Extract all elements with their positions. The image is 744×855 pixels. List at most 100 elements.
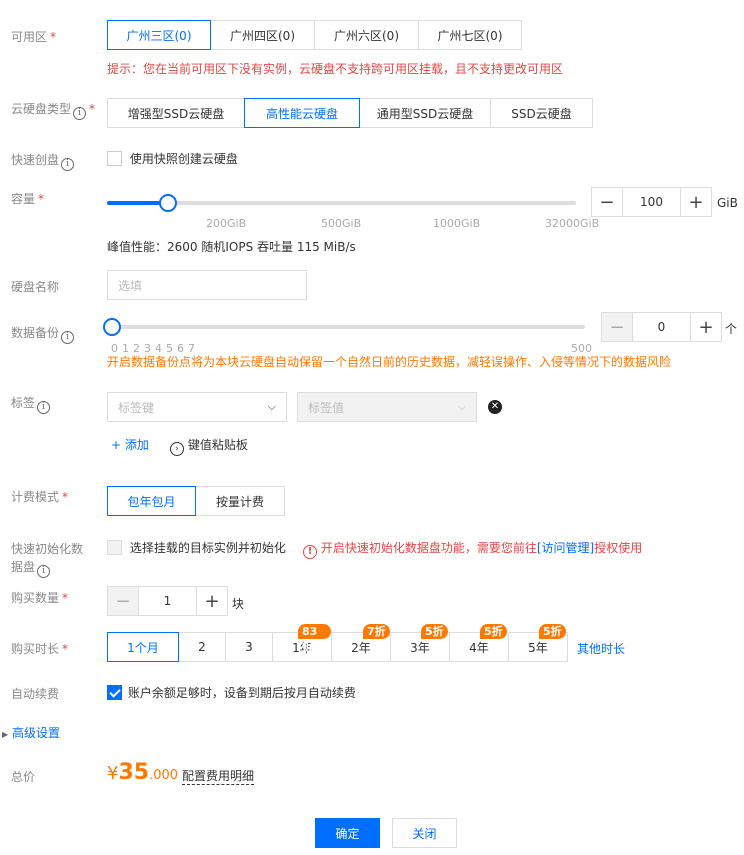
quantity-input[interactable]: 1 xyxy=(138,587,197,615)
access-management-link[interactable]: [访问管理] xyxy=(537,541,594,555)
chevron-down-icon: ⌵ xyxy=(457,400,466,413)
capacity-tick: 200GiB xyxy=(206,217,247,230)
discount-badge: 7折 xyxy=(363,624,390,639)
duration-option[interactable]: 5折 5年 xyxy=(508,624,568,662)
discount-badge: 5折 xyxy=(539,624,566,639)
zone-label: 可用区 * xyxy=(11,30,57,44)
quantity-stepper: − 1 + xyxy=(107,586,228,616)
backup-slider-track[interactable] xyxy=(111,325,585,329)
confirm-button[interactable]: 确定 xyxy=(315,818,380,848)
quantity-label: 购买数量 * xyxy=(11,591,69,605)
capacity-label: 容量 * xyxy=(11,192,45,206)
add-tag-button[interactable]: + 添加 xyxy=(111,436,149,453)
disk-type-label: 云硬盘类型 i * xyxy=(11,102,96,120)
billing-option-1[interactable]: 按量计费 xyxy=(195,486,285,516)
minus-button[interactable]: − xyxy=(592,188,622,216)
duration-option[interactable]: 3 xyxy=(225,632,273,662)
init-checkbox-row[interactable]: 选择挂载的目标实例并初始化 xyxy=(107,539,286,556)
billing-option-0[interactable]: 包年包月 xyxy=(107,486,196,516)
plus-button[interactable]: + xyxy=(197,587,227,615)
discount-badge: 83折 xyxy=(298,624,331,653)
price-detail-link[interactable]: 配置费用明细 xyxy=(182,767,255,785)
discount-badge: 5折 xyxy=(421,624,448,639)
capacity-unit: GiB xyxy=(717,196,738,210)
auto-renew-row[interactable]: 账户余额足够时，设备到期后按月自动续费 xyxy=(107,684,356,701)
info-icon[interactable]: i xyxy=(61,158,75,171)
init-label: 快速初始化数 据盘 i xyxy=(11,542,84,578)
total-price: ¥35.000 xyxy=(107,760,179,785)
capacity-input[interactable]: 100 xyxy=(622,188,681,216)
capacity-stepper: − 100 + xyxy=(591,187,712,217)
quantity-unit: 块 xyxy=(232,597,245,611)
billing-selector: 包年包月 按量计费 xyxy=(107,486,285,516)
tag-key-placeholder: 标签键 xyxy=(118,400,155,415)
plus-button[interactable]: + xyxy=(691,313,721,341)
zone-option-3[interactable]: 广州七区(0) xyxy=(418,20,522,50)
capacity-tick: 500GiB xyxy=(321,217,362,230)
zone-option-0[interactable]: 广州三区(0) xyxy=(107,20,211,50)
warning-icon: ! xyxy=(303,545,317,559)
remove-tag-icon[interactable]: ✕ xyxy=(488,400,502,414)
plus-button[interactable]: + xyxy=(681,188,711,216)
disk-type-selector: 增强型SSD云硬盘 高性能云硬盘 通用型SSD云硬盘 SSD云硬盘 xyxy=(107,98,593,128)
advanced-settings-label: 高级设置 xyxy=(11,726,60,740)
price-label: 总价 xyxy=(11,770,36,784)
disk-type-option-3[interactable]: SSD云硬盘 xyxy=(490,98,593,128)
zone-option-1[interactable]: 广州四区(0) xyxy=(210,20,315,50)
duration-option[interactable]: 7折 2年 xyxy=(331,624,391,662)
auto-renew-label: 自动续费 xyxy=(11,687,60,701)
backup-input[interactable]: 0 xyxy=(632,313,691,341)
snapshot-checkbox-label: 使用快照创建云硬盘 xyxy=(129,152,238,166)
info-icon[interactable]: i xyxy=(61,331,75,344)
minus-button[interactable]: − xyxy=(602,313,632,341)
arrow-right-circle-icon: › xyxy=(170,442,184,456)
snapshot-checkbox[interactable] xyxy=(107,151,122,166)
info-icon[interactable]: i xyxy=(73,107,87,120)
backup-hint: 开启数据备份点将为本块云硬盘自动保留一个自然日前的历史数据，减轻误操作、入侵等情… xyxy=(107,355,672,369)
capacity-tick: 1000GiB xyxy=(433,217,481,230)
capacity-slider-track[interactable] xyxy=(107,201,576,205)
zone-option-2[interactable]: 广州六区(0) xyxy=(314,20,419,50)
init-checkbox-label: 选择挂载的目标实例并初始化 xyxy=(129,541,286,555)
duration-option[interactable]: 5折 4年 xyxy=(449,624,509,662)
tags-label: 标签 i xyxy=(11,394,51,414)
duration-option[interactable]: 2 xyxy=(178,632,226,662)
auto-renew-checkbox[interactable] xyxy=(107,685,122,700)
disk-type-option-2[interactable]: 通用型SSD云硬盘 xyxy=(359,98,491,128)
capacity-slider-thumb[interactable] xyxy=(158,194,177,212)
disk-name-input[interactable]: 选填 xyxy=(107,270,307,300)
init-checkbox[interactable] xyxy=(107,540,122,555)
disk-type-option-1[interactable]: 高性能云硬盘 xyxy=(244,98,360,128)
tag-key-select[interactable]: 标签键 ⌵ xyxy=(107,392,287,422)
duration-option[interactable]: 5折 3年 xyxy=(390,624,450,662)
init-warning: ! 开启快速初始化数据盘功能，需要您前往[访问管理]授权使用 xyxy=(303,539,642,559)
advanced-settings-toggle[interactable]: ▶ 高级设置 xyxy=(2,724,60,741)
zone-hint: 提示：您在当前可用区下没有实例，云硬盘不支持跨可用区挂载，且不支持更改可用区 xyxy=(107,62,564,76)
capacity-perf: 峰值性能：2600 随机IOPS 吞吐量 115 MiB/s xyxy=(107,240,356,254)
snapshot-checkbox-row[interactable]: 使用快照创建云硬盘 xyxy=(107,150,238,167)
info-icon[interactable]: i xyxy=(37,401,51,414)
disk-name-label: 硬盘名称 xyxy=(11,280,60,294)
zone-selector: 广州三区(0) 广州四区(0) 广州六区(0) 广州七区(0) xyxy=(107,20,522,50)
duration-option[interactable]: 83折1年 xyxy=(272,624,332,662)
close-button[interactable]: 关闭 xyxy=(392,818,457,848)
minus-button[interactable]: − xyxy=(108,587,138,615)
discount-badge: 5折 xyxy=(480,624,507,639)
duration-selector: 1个月 2 3 83折1年 7折2年 5折3年 5折4年 5折5年 xyxy=(107,624,568,662)
backup-label: 数据备份 i xyxy=(11,324,75,344)
capacity-tick: 32000GiB xyxy=(545,217,600,230)
info-icon[interactable]: i xyxy=(37,565,51,578)
paste-tag-button[interactable]: › 键值粘贴板 xyxy=(170,436,248,456)
backup-stepper: − 0 + xyxy=(601,312,722,342)
tag-value-select[interactable]: 标签值 ⌵ xyxy=(297,392,477,422)
backup-slider-thumb[interactable] xyxy=(103,318,121,336)
other-duration-link[interactable]: 其他时长 xyxy=(577,640,625,657)
chevron-down-icon: ⌵ xyxy=(267,400,276,413)
duration-label: 购买时长 * xyxy=(11,642,69,656)
disk-type-option-0[interactable]: 增强型SSD云硬盘 xyxy=(107,98,245,128)
duration-option[interactable]: 1个月 xyxy=(107,632,179,662)
caret-right-icon: ▶ xyxy=(2,730,9,739)
billing-label: 计费模式 * xyxy=(11,490,69,504)
auto-renew-checkbox-label: 账户余额足够时，设备到期后按月自动续费 xyxy=(127,686,356,700)
backup-unit: 个 xyxy=(725,322,738,336)
